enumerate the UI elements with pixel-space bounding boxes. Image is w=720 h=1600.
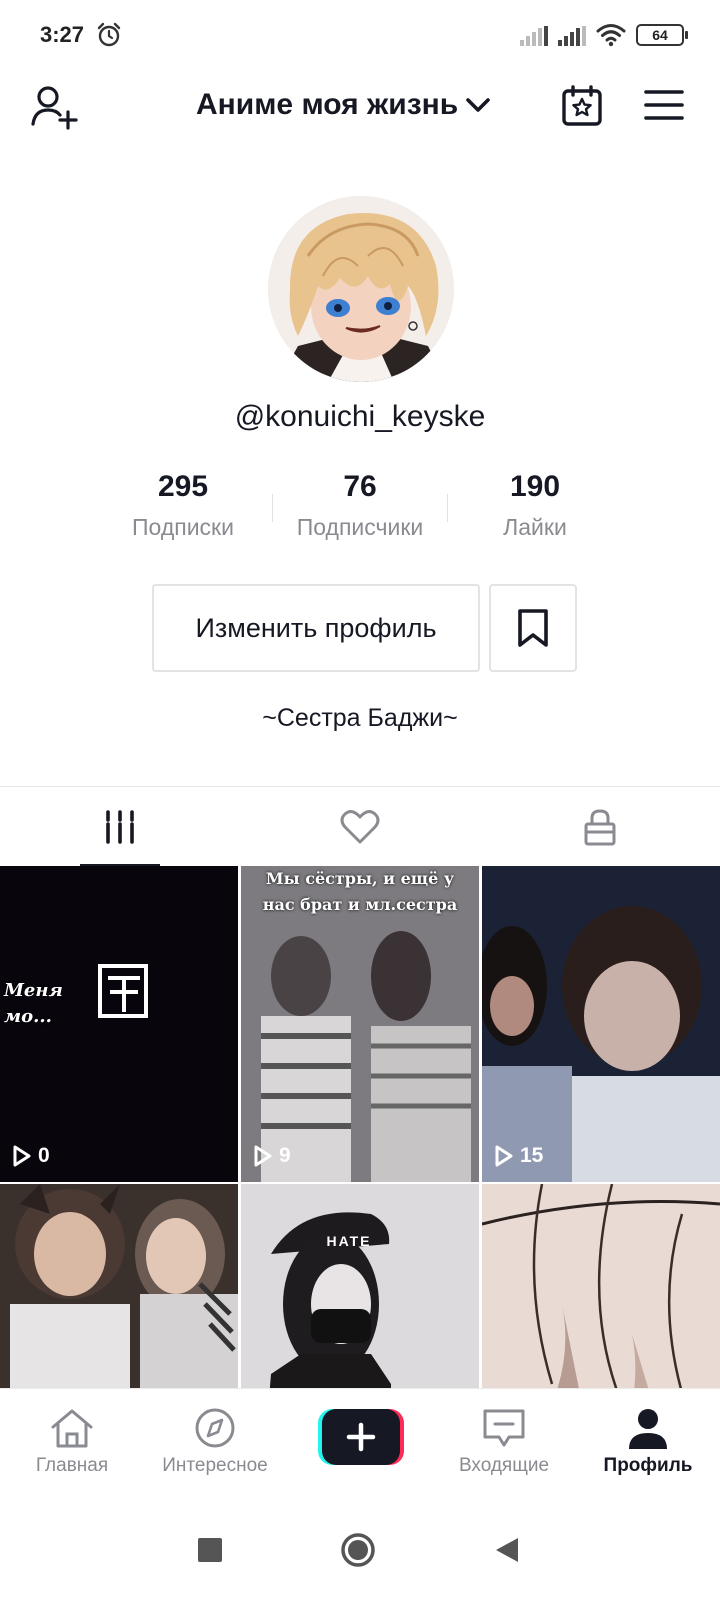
profile-stats: 295 Подписки 76 Подписчики 190 Лайки [0, 470, 720, 550]
account-name: Аниме моя жизнь [196, 88, 459, 121]
avatar[interactable] [268, 196, 454, 382]
video-tile[interactable] [482, 1184, 720, 1388]
videos-grid-icon [106, 810, 134, 844]
video-thumbnail [241, 1184, 479, 1388]
video-views: 15 [494, 1144, 543, 1168]
home-icon [51, 1409, 93, 1448]
create-video-button[interactable] [318, 1409, 404, 1465]
wifi-icon [596, 24, 626, 47]
nav-inbox-label: Входящие [458, 1455, 550, 1476]
play-icon [254, 1145, 272, 1167]
video-caption: Мы сёстры, и ещё у нас брат и мл.сестра [262, 869, 458, 914]
video-tile[interactable]: 15 [482, 866, 720, 1182]
video-views-count: 9 [279, 1144, 291, 1167]
video-tile[interactable]: Мы сёстры, и ещё у нас брат и мл.сестра … [241, 866, 479, 1182]
video-thumbnail [0, 1184, 238, 1388]
compass-icon [195, 1408, 235, 1448]
recents-icon[interactable] [198, 1538, 222, 1562]
stat-following[interactable]: 295 Подписки [93, 470, 273, 541]
nav-profile-label: Профиль [603, 1455, 693, 1476]
profile-icon [629, 1409, 667, 1449]
tab-private[interactable] [480, 787, 720, 867]
back-icon[interactable] [494, 1536, 520, 1564]
signal-icon [558, 26, 586, 46]
profile-header: Аниме моя жизнь [0, 70, 720, 142]
stat-followers[interactable]: 76 Подписчики [270, 470, 450, 541]
stat-following-value: 295 [157, 470, 209, 503]
tab-liked[interactable] [240, 787, 480, 867]
alarm-icon [97, 22, 121, 47]
play-icon [495, 1145, 513, 1167]
edit-profile-button[interactable]: Изменить профиль [152, 584, 480, 672]
username: @konuichi_keyske [234, 400, 486, 433]
stat-following-label: Подписки [132, 514, 234, 540]
bottom-nav: Главная Интересное Входящие Профиль [0, 1388, 720, 1504]
video-thumbnail [482, 866, 720, 1182]
video-tile[interactable]: HATE [241, 1184, 479, 1388]
status-time: 3:27 [40, 22, 85, 47]
nav-inbox[interactable]: Входящие [434, 1407, 574, 1477]
heart-icon [340, 810, 380, 844]
avatar-image [268, 196, 454, 382]
bookmark-icon [518, 609, 548, 647]
signal-icon [520, 26, 548, 46]
lock-icon [584, 809, 616, 846]
stat-followers-value: 76 [343, 470, 377, 503]
stat-likes[interactable]: 190 Лайки [445, 470, 625, 541]
stat-likes-value: 190 [509, 470, 561, 503]
video-tile[interactable] [0, 1184, 238, 1388]
nav-profile[interactable]: Профиль [578, 1407, 718, 1477]
add-user-icon[interactable] [30, 84, 80, 130]
account-switcher[interactable]: Аниме моя жизнь [196, 88, 492, 122]
system-nav-bar [0, 1504, 720, 1600]
video-thumbnail [482, 1184, 720, 1388]
inbox-icon [483, 1409, 525, 1447]
video-views-count: 15 [520, 1144, 544, 1167]
video-views-count: 0 [38, 1144, 50, 1167]
video-caption: HATE [326, 1233, 372, 1249]
play-icon [13, 1145, 31, 1167]
video-grid: Меня мо... 0 Мы сёстры, и ещё у нас брат… [0, 866, 720, 1388]
nav-home[interactable]: Главная [2, 1407, 142, 1477]
video-caption: Меня мо... [4, 980, 63, 1027]
video-views: 9 [253, 1144, 291, 1168]
profile-bio: ~Сестра Баджи~ [262, 704, 458, 732]
nav-home-label: Главная [35, 1455, 109, 1476]
plus-icon [318, 1409, 404, 1465]
chevron-down-icon [466, 98, 491, 112]
video-tile[interactable]: Меня мо... 0 [0, 866, 238, 1182]
video-views: 0 [12, 1144, 50, 1168]
home-circle-icon[interactable] [340, 1532, 376, 1568]
nav-discover[interactable]: Интересное [145, 1407, 285, 1477]
profile-tabs [0, 786, 720, 867]
calendar-star-icon[interactable] [560, 84, 604, 128]
stat-likes-label: Лайки [503, 514, 567, 540]
nav-discover-label: Интересное [162, 1455, 268, 1476]
bookmark-button[interactable] [489, 584, 577, 672]
status-bar: 3:27 64 [0, 0, 720, 70]
battery-icon: 64 [636, 24, 688, 46]
stat-followers-label: Подписчики [296, 514, 424, 540]
menu-icon[interactable] [644, 88, 684, 122]
tab-videos[interactable] [0, 787, 240, 867]
